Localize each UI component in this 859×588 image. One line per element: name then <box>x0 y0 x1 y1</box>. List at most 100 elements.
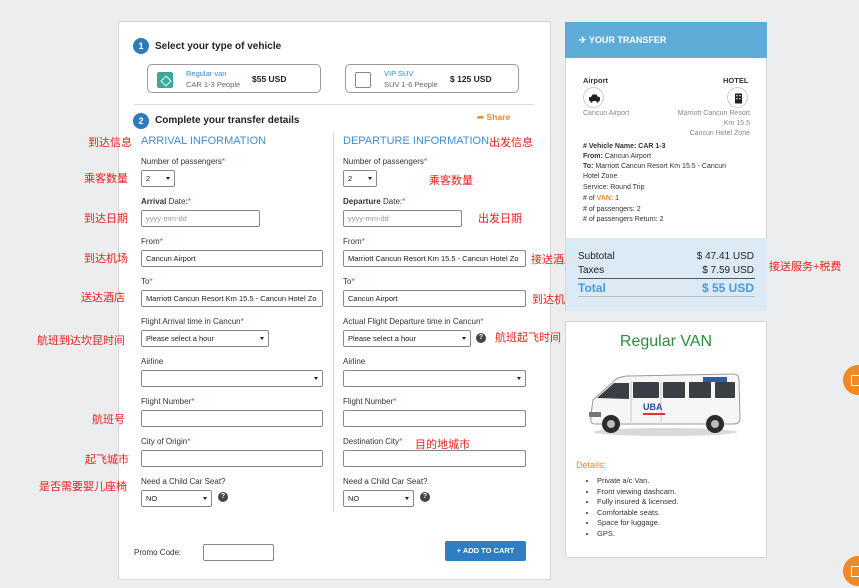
help-icon[interactable]: ? <box>420 492 430 502</box>
annotation-arrival-flight-time: 航班到达坎昆时间 <box>37 335 125 347</box>
svg-text:UBA: UBA <box>643 402 663 412</box>
annotation-service-tax: 接送服务+税费 <box>769 261 842 273</box>
arrival-from-input[interactable]: Cancun Airport <box>141 250 323 267</box>
promo-code-label: Promo Code: <box>134 548 182 557</box>
departure-passengers-label: Number of passengers* <box>343 157 428 166</box>
arrival-from-label: From* <box>141 237 163 246</box>
departure-from-input[interactable]: Marriott Cancun Resort Km 15.5 - Cancun … <box>343 250 526 267</box>
email-fab-icon-bottom[interactable] <box>843 556 859 586</box>
arrival-airline-label: Airline <box>141 357 164 366</box>
arrival-date-label: Arrival Date:* <box>141 197 191 206</box>
arrival-airline-select[interactable] <box>141 370 323 387</box>
arrival-date-input[interactable]: yyyy-mm-dd <box>141 210 260 227</box>
totals-divider <box>578 278 755 279</box>
help-icon[interactable]: ? <box>476 333 486 343</box>
list-item: Front viewing dashcam. <box>597 487 678 498</box>
taxes-value: $ 7.59 USD <box>702 265 754 276</box>
departure-date-label: Departure Date:* <box>343 197 406 206</box>
help-icon[interactable]: ? <box>218 492 228 502</box>
chevron-down-icon <box>405 497 409 500</box>
departure-flight-number-input[interactable] <box>343 410 526 427</box>
add-to-cart-button[interactable]: + ADD TO CART <box>445 541 526 561</box>
chevron-down-icon <box>260 337 264 340</box>
arrival-child-seat-label: Need a Child Car Seat? <box>141 477 226 486</box>
share-label: Share <box>486 112 511 122</box>
arrival-child-seat-select[interactable]: NO <box>141 490 212 507</box>
arrival-passengers-select[interactable]: 2 <box>141 170 175 187</box>
car-icon <box>583 87 604 108</box>
departure-flight-number-label: Flight Number* <box>343 397 397 406</box>
list-item: Private a/c Van. <box>597 476 678 487</box>
promo-code-input[interactable] <box>203 544 274 561</box>
chevron-down-icon <box>368 177 372 180</box>
annotation-origin-city: 起飞城市 <box>85 454 129 466</box>
details-label: Details: <box>576 460 607 470</box>
list-item: Space for luggage. <box>597 518 678 529</box>
arrival-flight-time-select[interactable]: Please select a hour <box>141 330 269 347</box>
annotation-passengers-right: 乘客数量 <box>429 175 473 187</box>
list-item: Comfortable seats. <box>597 508 678 519</box>
annotation-dropoff-hotel: 送达酒店 <box>81 292 125 304</box>
annotation-destination-city: 目的地城市 <box>415 439 470 451</box>
vehicle-capacity: CAR 1-3 People <box>186 80 241 89</box>
transfer-to-title: HOTEL <box>723 76 749 85</box>
departure-flight-time-label: Actual Flight Departure time in Cancun* <box>343 317 484 326</box>
subtotal-value: $ 47.41 USD <box>696 251 754 262</box>
van-card-title: Regular VAN <box>619 333 713 350</box>
arrival-flight-time-label: Flight Arrival time in Cancun* <box>141 317 244 326</box>
annotation-flight-number: 航班号 <box>92 414 125 426</box>
chevron-down-icon <box>517 377 521 380</box>
total-label: Total <box>578 281 606 295</box>
transfer-from-name: Cancun Airport <box>583 110 630 117</box>
email-fab-icon[interactable] <box>843 365 859 395</box>
vehicle-price: $55 USD <box>252 74 287 84</box>
step-2-badge: 2 <box>133 113 149 129</box>
departure-city-input[interactable] <box>343 450 526 467</box>
annotation-arrival-date: 到达日期 <box>84 213 128 225</box>
departure-date-input[interactable]: yyyy-mm-dd <box>343 210 462 227</box>
vehicle-option-regular-van[interactable]: Regular van CAR 1-3 People $55 USD <box>147 64 321 93</box>
chevron-down-icon <box>314 377 318 380</box>
chevron-down-icon <box>462 337 466 340</box>
step-1-badge: 1 <box>133 38 149 54</box>
share-link[interactable]: ➦ Share <box>477 112 510 123</box>
vehicle-checkbox[interactable] <box>355 72 371 88</box>
departure-to-input[interactable]: Cancun Airport <box>343 290 526 307</box>
list-item: Fully insured & licensed. <box>597 497 678 508</box>
totals-bottom-divider <box>578 296 755 297</box>
departure-flight-time-select[interactable]: Please select a hour <box>343 330 471 347</box>
vehicle-selected-checkbox[interactable] <box>157 72 173 88</box>
summary-passengers: # of passengers: 2 <box>583 206 641 213</box>
departure-passengers-select[interactable]: 2 <box>343 170 377 187</box>
hotel-icon <box>727 87 748 108</box>
transfer-to-name-3: Cancun Hotel Zone <box>689 130 750 137</box>
annotation-departure-info: 出发信息 <box>489 137 533 149</box>
summary-passengers-return: # of passengers Return: 2 <box>583 216 664 223</box>
van-image: UBA <box>583 362 745 438</box>
arrival-city-input[interactable] <box>141 450 323 467</box>
departure-child-seat-label: Need a Child Car Seat? <box>343 477 428 486</box>
vehicle-name: Regular van <box>186 69 227 78</box>
step-2-title: Complete your transfer details <box>155 115 300 126</box>
arrival-passengers-label: Number of passengers* <box>141 157 226 166</box>
total-value: $ 55 USD <box>701 281 754 295</box>
vehicle-option-vip-suv[interactable]: VIP SUV SUV 1-6 People $ 125 USD <box>345 64 519 93</box>
summary-van: # of VAN: 1 <box>583 195 620 202</box>
annotation-arrival-info: 到达信息 <box>88 137 132 149</box>
transfer-header: ✈ YOUR TRANSFER <box>565 22 767 58</box>
arrival-to-input[interactable]: Marriott Cancun Resort Km 15.5 - Cancun … <box>141 290 323 307</box>
transfer-to-name-2: Km 15.5 <box>723 120 750 127</box>
summary-to-2: Hotel Zone <box>583 173 618 180</box>
departure-to-label: To* <box>343 277 355 286</box>
taxes-label: Taxes <box>578 265 605 276</box>
arrival-flight-number-label: Flight Number* <box>141 397 195 406</box>
departure-airline-label: Airline <box>343 357 366 366</box>
departure-airline-select[interactable] <box>343 370 526 387</box>
summary-from: From: Cancun Airport <box>583 153 652 160</box>
share-icon: ➦ <box>477 112 485 122</box>
section-divider <box>134 104 534 105</box>
transfer-from-title: Airport <box>583 76 608 85</box>
arrival-flight-number-input[interactable] <box>141 410 323 427</box>
departure-child-seat-select[interactable]: NO <box>343 490 414 507</box>
summary-service: Service: Round Trip <box>583 184 645 191</box>
